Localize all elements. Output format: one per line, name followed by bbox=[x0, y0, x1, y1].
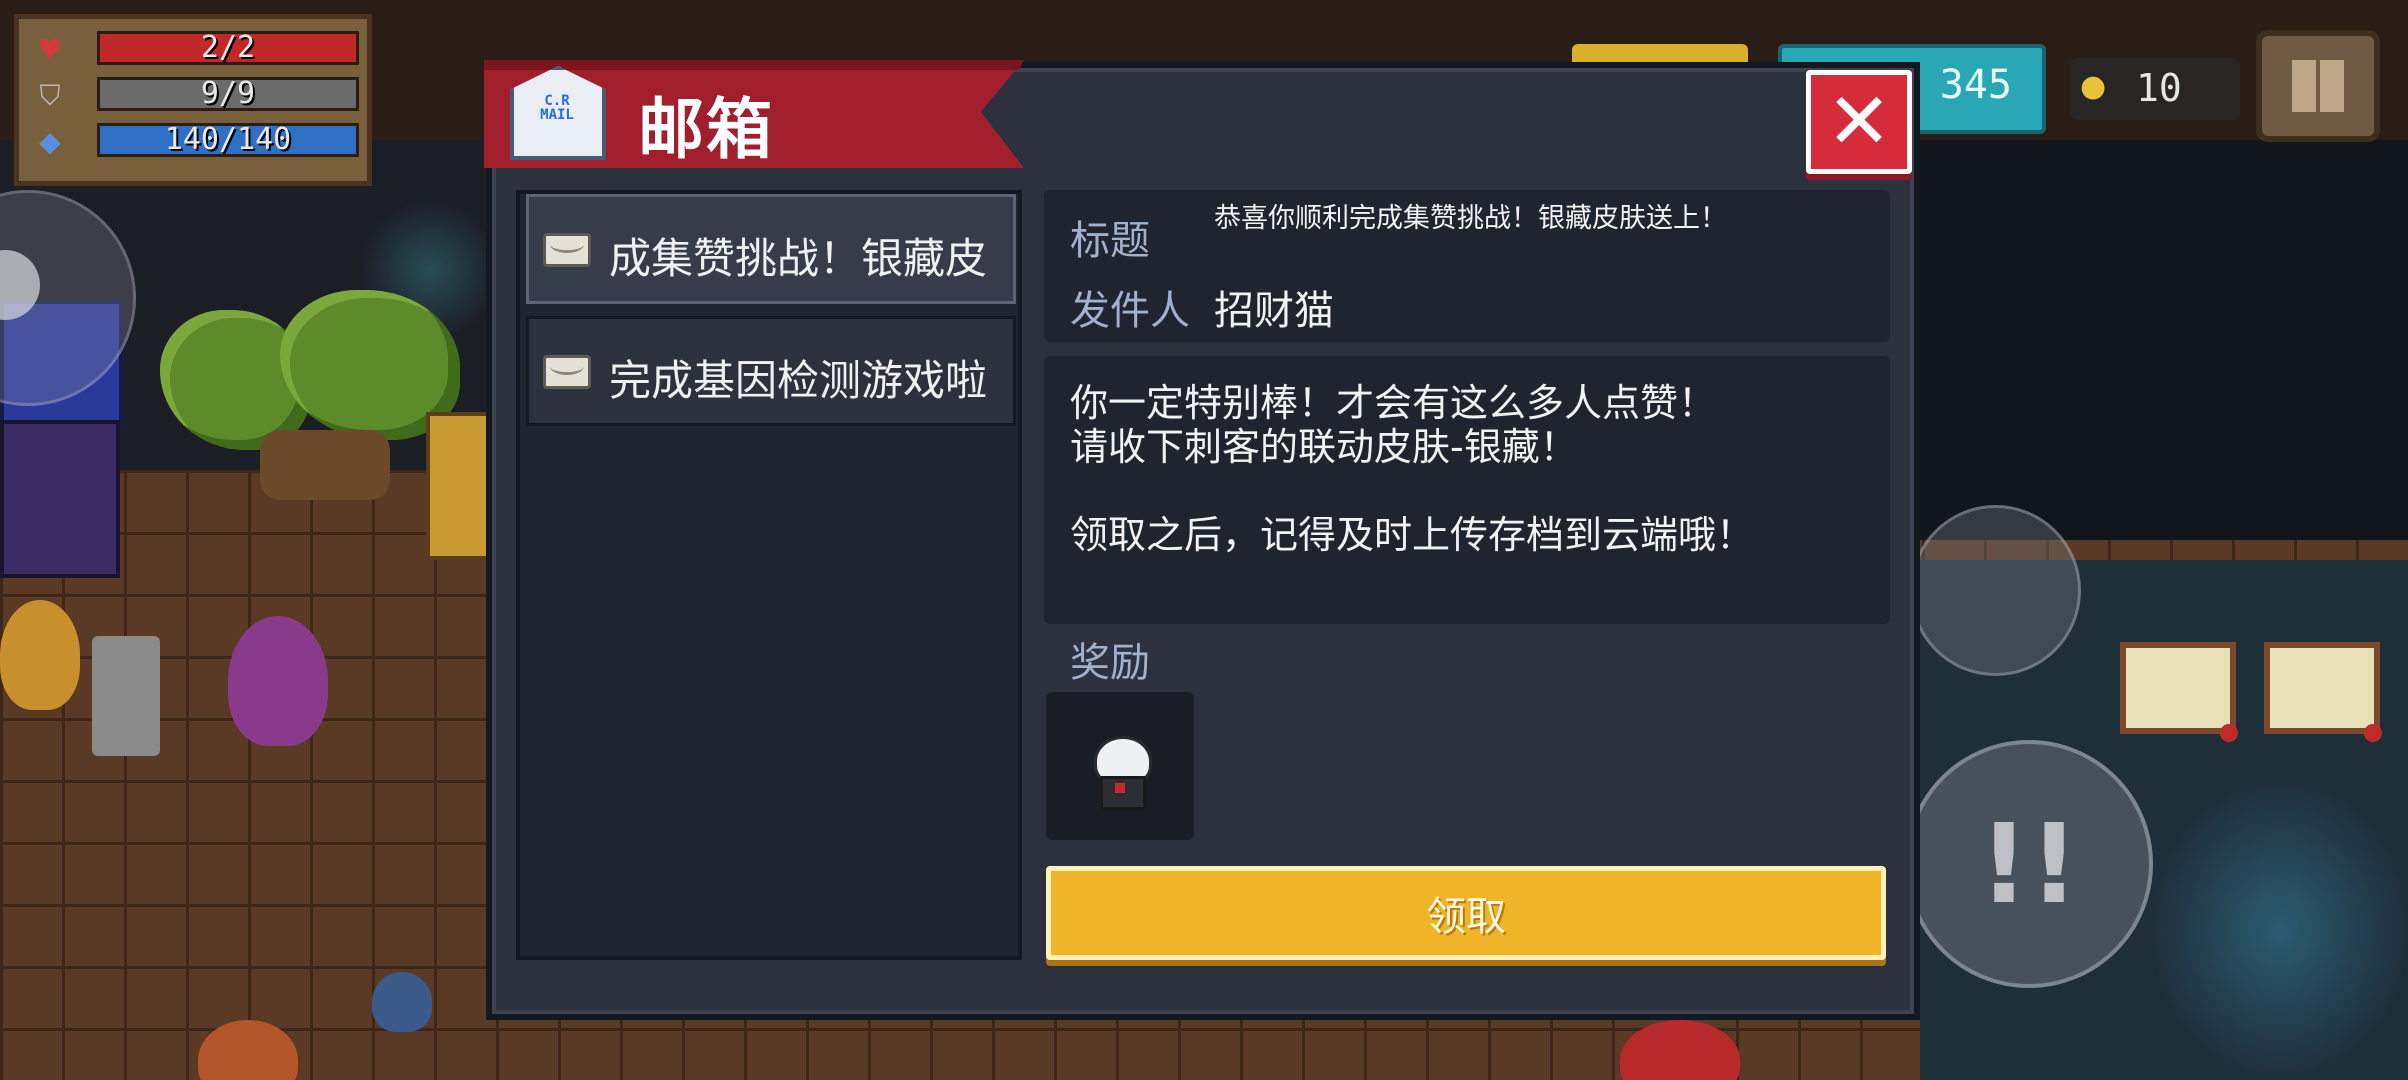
reward-skin-body bbox=[1100, 776, 1146, 810]
coins-counter: ● 10 bbox=[2070, 58, 2240, 120]
right-room bbox=[1900, 140, 2408, 540]
notice-board bbox=[2120, 642, 2238, 742]
mail-item-2[interactable]: 完成基因检测游戏啦 bbox=[526, 316, 1016, 426]
shield-icon: ⛉ bbox=[39, 79, 61, 112]
notice-board bbox=[2264, 642, 2382, 742]
claim-label: 领取 bbox=[1426, 894, 1506, 940]
npc-robot bbox=[92, 636, 160, 756]
coins-value: 10 bbox=[2136, 66, 2182, 110]
player-character bbox=[228, 616, 328, 746]
envelope-icon bbox=[543, 355, 591, 389]
armor-text: 9/9 bbox=[200, 76, 256, 111]
close-icon: ✕ bbox=[1826, 77, 1892, 167]
player-stats-panel: ♥ 2/2 ⛉ 9/9 ◆ 140/140 bbox=[14, 14, 372, 186]
subject-value: 恭喜你顺利完成集赞挑战！银藏皮肤送上！ bbox=[1214, 203, 1727, 234]
pause-button[interactable] bbox=[2256, 30, 2380, 142]
sender-label: 发件人 bbox=[1070, 288, 1190, 334]
reward-label: 奖励 bbox=[1070, 640, 1150, 686]
heart-icon: ♥ bbox=[37, 33, 63, 66]
mailbox-title: 邮箱 bbox=[638, 91, 774, 168]
mail-item-title: 完成基因检测游戏啦 bbox=[609, 356, 988, 405]
mailbox-icon-label: C.R MAIL bbox=[540, 93, 574, 123]
mail-list: 成集赞挑战！银藏皮 完成基因检测游戏啦 bbox=[516, 190, 1022, 960]
weapon-swap-button[interactable] bbox=[1910, 505, 2081, 676]
body-line: 请收下刺客的联动皮肤-银藏！ bbox=[1070, 425, 1578, 469]
exclamation-icon: !! bbox=[1978, 800, 2080, 928]
envelope-icon bbox=[543, 233, 591, 267]
pot bbox=[372, 972, 432, 1032]
coin-icon: ● bbox=[2080, 69, 2107, 104]
health-bar: 2/2 bbox=[97, 31, 359, 65]
body-line: 领取之后，记得及时上传存档到云端哦！ bbox=[1070, 513, 1755, 557]
gems-value: 345 bbox=[1939, 62, 2012, 108]
sender-value: 招财猫 bbox=[1214, 288, 1334, 334]
title-banner-shadow bbox=[484, 60, 1024, 70]
armor-row: ⛉ 9/9 bbox=[35, 77, 365, 115]
npc-knight bbox=[0, 600, 80, 710]
mail-item-1[interactable]: 成集赞挑战！银藏皮 bbox=[526, 194, 1016, 304]
diamond-icon: ◆ bbox=[39, 125, 61, 158]
health-row: ♥ 2/2 bbox=[35, 31, 365, 69]
tree-trunk bbox=[260, 430, 390, 500]
armor-bar: 9/9 bbox=[97, 77, 359, 111]
blue-light bbox=[2150, 780, 2408, 1080]
skill-button[interactable]: !! bbox=[1905, 740, 2153, 988]
health-text: 2/2 bbox=[200, 30, 256, 65]
subject-label: 标题 bbox=[1070, 218, 1150, 264]
energy-text: 140/140 bbox=[164, 122, 292, 157]
arcade-machine bbox=[0, 420, 120, 578]
close-button[interactable]: ✕ bbox=[1806, 70, 1912, 174]
mail-item-title: 成集赞挑战！银藏皮 bbox=[609, 234, 988, 283]
claim-button[interactable]: 领取 bbox=[1046, 866, 1886, 960]
mail-body-panel: 你一定特别棒！才会有这么多人点赞！ 请收下刺客的联动皮肤-银藏！ 领取之后，记得… bbox=[1044, 356, 1890, 624]
energy-row: ◆ 140/140 bbox=[35, 123, 365, 161]
energy-bar: 140/140 bbox=[97, 123, 359, 157]
mail-meta-panel: 标题 恭喜你顺利完成集赞挑战！银藏皮肤送上！ 发件人 招财猫 bbox=[1044, 190, 1890, 342]
